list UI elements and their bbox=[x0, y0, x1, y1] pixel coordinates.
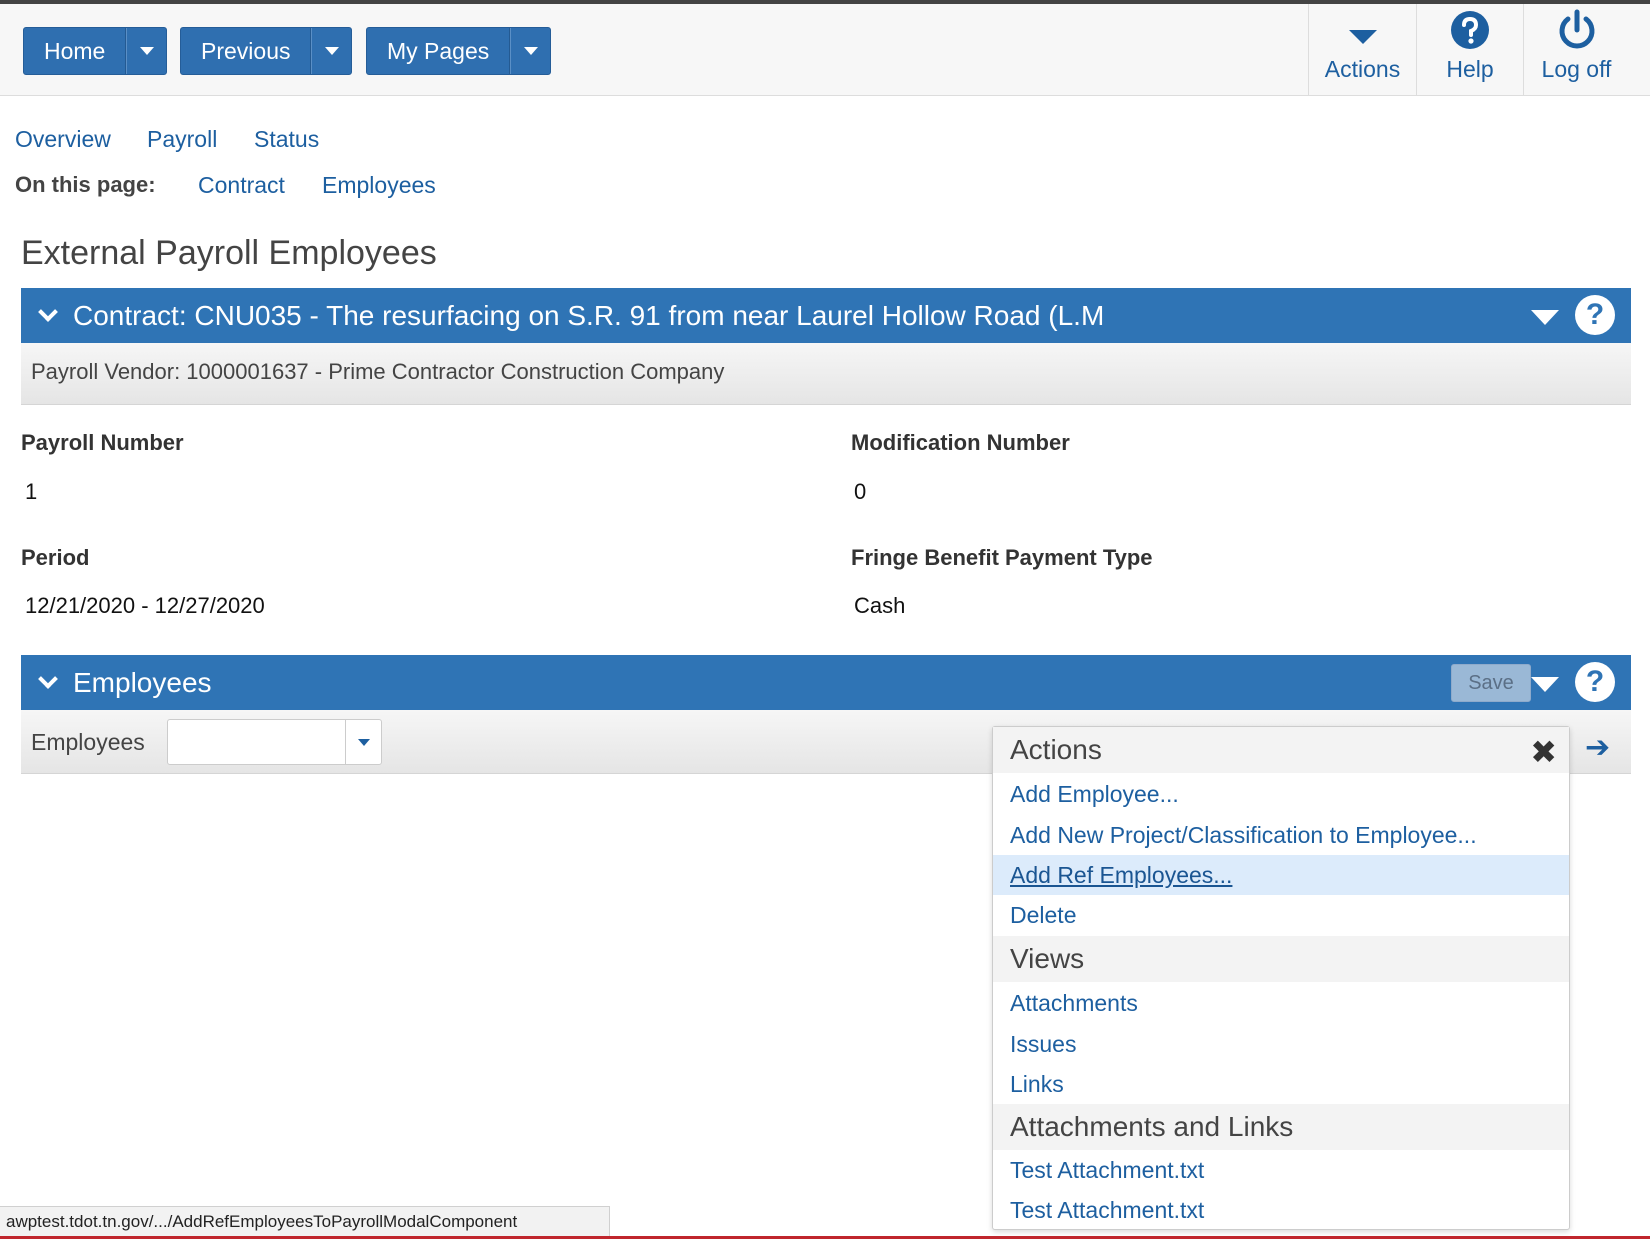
period-label: Period bbox=[21, 545, 90, 570]
nav-link-payroll[interactable]: Payroll bbox=[147, 126, 217, 153]
menu-item-add-ref-employees[interactable]: Add Ref Employees... bbox=[993, 855, 1569, 895]
previous-dropdown-button[interactable] bbox=[311, 28, 351, 74]
menu-section-views-label: Views bbox=[1010, 943, 1085, 974]
employees-select[interactable] bbox=[167, 719, 382, 765]
menu-item-delete[interactable]: Delete bbox=[993, 895, 1569, 935]
page-title: External Payroll Employees bbox=[21, 234, 437, 272]
payroll-number-value: 1 bbox=[25, 479, 38, 504]
contract-panel-body: Payroll Vendor: 1000001637 - Prime Contr… bbox=[21, 343, 1631, 405]
logoff-label: Log off bbox=[1541, 56, 1612, 82]
payroll-number-label: Payroll Number bbox=[21, 430, 184, 455]
fringe-benefit-label: Fringe Benefit Payment Type bbox=[851, 545, 1153, 570]
chevron-down-icon bbox=[324, 47, 339, 55]
panel-menu-caret-icon[interactable] bbox=[1531, 310, 1559, 325]
menu-item-links[interactable]: Links bbox=[993, 1064, 1569, 1104]
status-bar-url: awptest.tdot.tn.gov/.../AddRefEmployeesT… bbox=[0, 1206, 610, 1236]
contract-panel-header[interactable]: Contract: CNU035 - The resurfacing on S.… bbox=[21, 288, 1631, 343]
fringe-benefit-value: Cash bbox=[854, 593, 906, 618]
previous-button[interactable]: Previous bbox=[181, 28, 312, 74]
on-this-page-label: On this page: bbox=[15, 172, 156, 197]
chevron-down-icon bbox=[139, 47, 154, 55]
employees-panel-header[interactable]: Employees Save ? bbox=[21, 655, 1631, 710]
mypages-button[interactable]: My Pages bbox=[367, 28, 511, 74]
panel-menu-caret-icon[interactable] bbox=[1531, 677, 1559, 692]
employees-select-label: Employees bbox=[31, 729, 145, 755]
previous-button-group: Previous bbox=[180, 27, 353, 75]
modification-number-label: Modification Number bbox=[851, 430, 1070, 455]
chevron-down-icon bbox=[38, 301, 58, 322]
home-button[interactable]: Home bbox=[24, 28, 127, 74]
menu-item-attachment-file[interactable]: Test Attachment.txt bbox=[993, 1190, 1569, 1230]
menu-section-actions-label: Actions bbox=[1010, 734, 1102, 765]
logoff-button[interactable]: Log off bbox=[1523, 4, 1629, 96]
actions-dropdown-menu: Actions ✖ Add Employee... Add New Projec… bbox=[992, 726, 1570, 1230]
on-page-link-employees[interactable]: Employees bbox=[322, 172, 436, 199]
actions-menu-button[interactable]: Actions bbox=[1308, 4, 1416, 96]
help-icon[interactable]: ? bbox=[1575, 295, 1615, 335]
modification-number-value: 0 bbox=[854, 479, 867, 504]
menu-section-actions: Actions ✖ bbox=[993, 727, 1569, 773]
arrow-right-icon[interactable]: ➔ bbox=[1585, 730, 1610, 765]
menu-item-attachments[interactable]: Attachments bbox=[993, 983, 1569, 1023]
nav-link-overview[interactable]: Overview bbox=[15, 126, 111, 153]
chevron-down-icon bbox=[523, 47, 538, 55]
save-button[interactable]: Save bbox=[1451, 664, 1531, 702]
chevron-down-icon bbox=[1348, 30, 1377, 44]
home-button-group: Home bbox=[23, 27, 168, 75]
contract-panel-title: Contract: CNU035 - The resurfacing on S.… bbox=[73, 299, 1105, 331]
employees-select-dropdown[interactable] bbox=[345, 720, 381, 764]
close-icon[interactable]: ✖ bbox=[1530, 733, 1557, 771]
on-page-link-contract[interactable]: Contract bbox=[198, 172, 285, 199]
home-dropdown-button[interactable] bbox=[126, 28, 166, 74]
menu-section-attachments-links: Attachments and Links bbox=[993, 1104, 1569, 1150]
chevron-down-icon bbox=[357, 738, 370, 746]
mypages-button-group: My Pages bbox=[366, 27, 552, 75]
payroll-vendor: Payroll Vendor: 1000001637 - Prime Contr… bbox=[31, 359, 725, 384]
menu-item-add-project-classification[interactable]: Add New Project/Classification to Employ… bbox=[993, 815, 1569, 855]
menu-section-views: Views bbox=[993, 936, 1569, 982]
menu-item-attachment-file[interactable]: Test Attachment.txt bbox=[993, 1150, 1569, 1190]
menu-section-attachments-links-label: Attachments and Links bbox=[1010, 1111, 1294, 1142]
actions-label: Actions bbox=[1324, 56, 1401, 82]
help-icon bbox=[1451, 11, 1489, 49]
menu-item-add-employee[interactable]: Add Employee... bbox=[993, 774, 1569, 814]
chevron-down-icon bbox=[38, 668, 58, 689]
power-icon bbox=[1559, 9, 1594, 49]
app-header: Home Previous My Pages Actions Help Log … bbox=[0, 4, 1650, 96]
help-button[interactable]: Help bbox=[1416, 4, 1523, 96]
help-icon[interactable]: ? bbox=[1575, 662, 1615, 702]
help-label: Help bbox=[1446, 56, 1494, 82]
employees-panel-title: Employees bbox=[73, 666, 212, 698]
menu-item-issues[interactable]: Issues bbox=[993, 1024, 1569, 1064]
period-value: 12/21/2020 - 12/27/2020 bbox=[25, 593, 265, 618]
nav-link-status[interactable]: Status bbox=[254, 126, 319, 153]
mypages-dropdown-button[interactable] bbox=[510, 28, 550, 74]
